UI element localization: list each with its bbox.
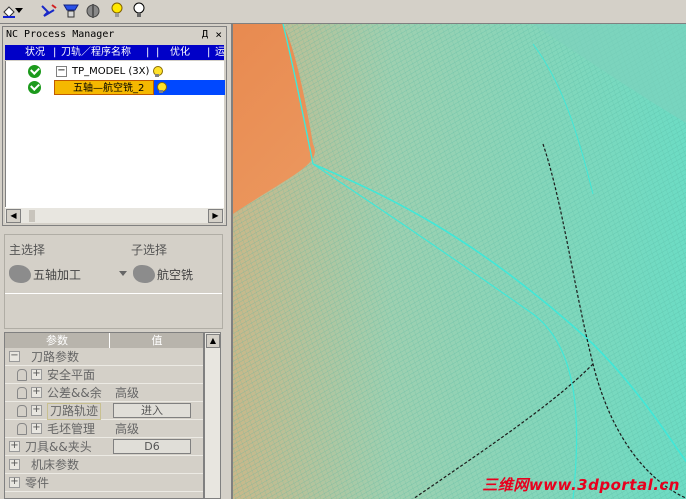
param-label: 安全平面 [47,368,96,382]
pin-icon[interactable]: Д [202,27,208,43]
param-label: 刀路轨迹 [47,403,102,420]
lock-icon [17,423,27,435]
col-optimize[interactable]: 优化 [170,45,190,60]
scroll-left-icon[interactable]: ◀ [6,209,21,223]
sub-select-dropdown[interactable]: 航空铣 [119,263,193,285]
param-label: 毛坯管理 [47,422,96,436]
scroll-thumb[interactable] [29,210,35,222]
close-icon[interactable]: × [215,27,222,43]
expand-icon[interactable]: + [31,369,42,380]
param-row[interactable]: + 毛坯管理 高级 [5,420,203,438]
param-value[interactable]: 高级 [115,420,139,438]
panel-title: NC Process Manager Д × [3,27,226,43]
watermark: 三维网www.3dportal.cn [482,476,680,494]
param-row[interactable]: + 刀路轨迹 进入 [5,402,203,420]
bulb-icon[interactable] [152,66,163,77]
param-value[interactable]: 高级 [115,384,139,402]
col-sep: | [156,47,160,58]
enter-button[interactable]: 进入 [113,403,191,418]
param-label: 公差&&余 [47,386,102,400]
dropdown-arrow-icon [119,271,127,276]
check-icon [28,81,41,94]
scroll-right-icon[interactable]: ▶ [208,209,223,223]
check-icon [28,65,41,78]
top-toolbar [0,0,686,24]
collapse-icon[interactable]: − [56,66,67,77]
col-sep: | [53,47,57,58]
tree-item-label: 五轴—航空铣_2 [54,80,154,95]
horizontal-scrollbar[interactable]: ◀ ▶ [5,207,224,223]
tool-holder-icon[interactable] [84,2,102,20]
param-label: 机床参数 [31,458,80,472]
selection-panel: 主选择 子选择 五轴加工 航空铣 [4,234,223,329]
bulb-icon[interactable] [108,2,126,20]
lock-icon [17,369,27,381]
divider [5,293,222,294]
machine-icon[interactable] [62,2,80,20]
toolpath-surface [233,24,686,499]
vertical-scrollbar[interactable]: ▲ [204,332,221,499]
tree-item-label: TP_MODEL (3X) [72,66,150,77]
param-row[interactable]: − 刀路参数 [5,348,203,366]
left-panel: NC Process Manager Д × 状况 | 刀轨／程序名称 | | … [0,24,229,499]
value-header: 值 [110,333,203,348]
panel-title-text: NC Process Manager [6,29,115,40]
sub-select-label: 子选择 [131,243,168,257]
collapse-icon[interactable]: − [9,351,20,362]
main-select-label: 主选择 [9,243,46,257]
tool-select-button[interactable]: D6 [113,439,191,454]
dropdown-arrow-icon[interactable] [14,2,24,20]
graphics-viewport[interactable]: 三维网www.3dportal.cn [231,24,686,499]
col-sep: | [207,47,211,58]
param-row[interactable]: + 刀具&&夹头 D6 [5,438,203,456]
param-label: 刀路参数 [31,350,80,364]
main-select-dropdown[interactable]: 五轴加工 [9,263,81,285]
param-row[interactable]: + 公差&&余 高级 [5,384,203,402]
bulb-icon[interactable] [156,82,167,93]
aero-milling-icon [133,265,155,283]
col-status[interactable]: 状况 [25,45,45,60]
parameter-grid: 参数 值 − 刀路参数 + 安全平面 + 公差&&余 高级 + 刀路轨迹 进入 … [4,332,204,499]
expand-icon[interactable]: + [9,477,20,488]
lock-icon [17,405,27,417]
toolpath-icon[interactable] [40,2,58,20]
expand-icon[interactable]: + [9,459,20,470]
col-sep: | [146,47,150,58]
five-axis-icon [9,265,31,283]
bulb-outline-icon[interactable] [130,2,148,20]
lock-icon [17,387,27,399]
param-label: 零件 [25,476,50,490]
tree-row[interactable]: − TP_MODEL (3X) [6,64,225,79]
param-label: 刀具&&夹头 [25,440,92,454]
main-select-value: 五轴加工 [33,267,82,282]
expand-icon[interactable]: + [9,441,20,452]
expand-icon[interactable]: + [31,423,42,434]
param-row[interactable]: + 安全平面 [5,366,203,384]
col-name[interactable]: 刀轨／程序名称 [61,45,131,60]
expand-icon[interactable]: + [31,405,42,416]
scroll-up-icon[interactable]: ▲ [206,334,220,348]
param-row[interactable]: + 零件 [5,474,203,492]
col-run[interactable]: 运 [215,45,224,60]
nc-process-manager: NC Process Manager Д × 状况 | 刀轨／程序名称 | | … [2,26,227,226]
expand-icon[interactable]: + [31,387,42,398]
column-header: 状况 | 刀轨／程序名称 | | 优化 | 运 [5,45,224,60]
param-header: 参数 [5,333,110,348]
tree-row-selected[interactable]: 五轴—航空铣_2 [6,80,225,95]
param-row[interactable]: + 机床参数 [5,456,203,474]
process-tree: − TP_MODEL (3X) 五轴—航空铣_2 [5,61,225,207]
sub-select-value: 航空铣 [157,267,194,282]
